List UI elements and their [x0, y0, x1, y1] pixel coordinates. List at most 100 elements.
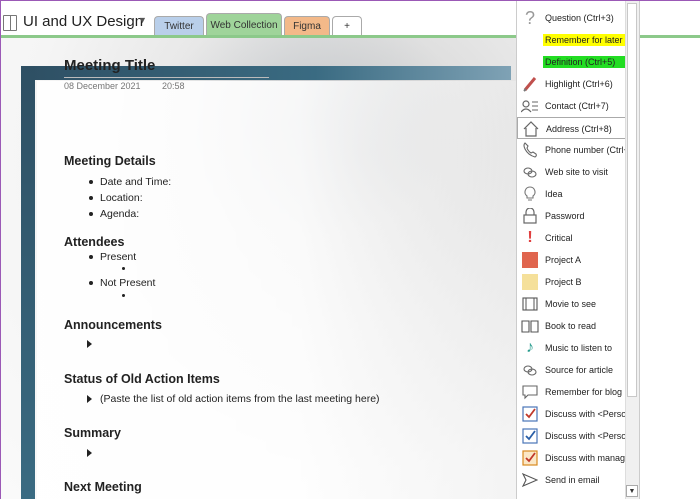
tag-label: Contact (Ctrl+7) [545, 101, 609, 111]
tag-label: Project A [545, 255, 582, 265]
bullet [89, 281, 93, 285]
list-item[interactable]: Agenda: [100, 208, 139, 220]
book-icon [521, 317, 539, 335]
tag-label: Web site to visit [545, 167, 608, 177]
tag-idea[interactable]: Idea [517, 183, 627, 205]
page-time: 20:58 [162, 81, 185, 91]
tag-label: Critical [545, 233, 573, 243]
tag-discuss-person-a[interactable]: Discuss with <Person A> [517, 403, 627, 425]
tag-label: Remember for later [543, 34, 627, 46]
tag-project-a[interactable]: Project A [517, 249, 627, 271]
tag-label: Source for article [545, 365, 614, 375]
tab-twitter[interactable]: Twitter [154, 16, 204, 36]
tag-label: Discuss with <Person B> [545, 431, 627, 441]
collapse-triangle-icon[interactable] [87, 395, 92, 403]
heading-meeting-details[interactable]: Meeting Details [64, 154, 156, 168]
tag-question[interactable]: ? Question (Ctrl+3) [517, 7, 627, 29]
tag-book-to-read[interactable]: Book to read [517, 315, 627, 337]
send-arrow-icon [521, 471, 539, 489]
checkbox-manager-icon [521, 449, 539, 467]
tag-label: Project B [545, 277, 582, 287]
checkbox-person-icon [521, 427, 539, 445]
tag-label: Book to read [545, 321, 597, 331]
project-b-square-icon [521, 273, 539, 291]
tag-label: Remember for blog [545, 387, 623, 397]
heading-status-old-action-items[interactable]: Status of Old Action Items [64, 372, 220, 386]
tag-send-in-email[interactable]: Send in email [517, 469, 627, 491]
tag-critical[interactable]: ! Critical [517, 227, 627, 249]
tag-label: Highlight (Ctrl+6) [545, 79, 613, 89]
bullet [89, 196, 93, 200]
speech-bubble-icon [521, 383, 539, 401]
collapse-triangle-icon[interactable] [87, 449, 92, 457]
tag-project-b[interactable]: Project B [517, 271, 627, 293]
tag-discuss-manager[interactable]: Discuss with manager [517, 447, 627, 469]
list-item[interactable]: (Paste the list of old action items from… [100, 393, 380, 405]
tag-discuss-person-b[interactable]: Discuss with <Person B> [517, 425, 627, 447]
tag-label: Question (Ctrl+3) [545, 13, 614, 23]
bullet [89, 255, 93, 259]
checkbox-person-icon [521, 405, 539, 423]
tag-label: Password [545, 211, 585, 221]
film-strip-icon [521, 295, 539, 313]
notebook-title[interactable]: UI and UX Design [23, 13, 143, 30]
bullet [89, 180, 93, 184]
right-margin [640, 38, 700, 499]
tags-dropdown-menu: ? Question (Ctrl+3) Remember for later D… [516, 1, 640, 499]
tag-label: Discuss with manager [545, 453, 627, 463]
template-frame-left [21, 66, 35, 499]
tag-highlight[interactable]: Highlight (Ctrl+6) [517, 73, 627, 95]
collapse-triangle-icon[interactable] [87, 340, 92, 348]
lightbulb-icon [521, 185, 539, 203]
scrollbar-thumb[interactable] [627, 3, 637, 397]
house-icon [522, 120, 540, 138]
tag-label: Send in email [545, 475, 600, 485]
exclamation-icon: ! [527, 229, 533, 246]
tag-remember-for-blog[interactable]: Remember for blog [517, 381, 627, 403]
tag-source-for-article[interactable]: Source for article [517, 359, 627, 381]
tag-music-to-listen[interactable]: ♪ Music to listen to [517, 337, 627, 359]
tag-address[interactable]: Address (Ctrl+8) [517, 117, 627, 139]
padlock-icon [521, 207, 539, 225]
tab-web-collection[interactable]: Web Collection [206, 13, 282, 37]
heading-next-meeting[interactable]: Next Meeting [64, 480, 142, 494]
chevron-down-icon[interactable]: ▼ [138, 15, 147, 25]
title-underline [64, 77, 269, 78]
question-icon: ? [524, 7, 535, 28]
sub-bullet [122, 267, 125, 270]
music-note-icon: ♪ [526, 339, 534, 356]
tag-web-site[interactable]: Web site to visit [517, 161, 627, 183]
tag-label: Movie to see [545, 299, 597, 309]
tag-contact[interactable]: Contact (Ctrl+7) [517, 95, 627, 117]
scroll-down-arrow-icon[interactable]: ▼ [626, 485, 638, 497]
tag-label: Music to listen to [545, 343, 613, 353]
list-item[interactable]: Date and Time: [100, 176, 171, 188]
page-title[interactable]: Meeting Title [64, 57, 155, 74]
source-link-icon [521, 361, 539, 379]
tag-phone-number[interactable]: Phone number (Ctrl+ [517, 139, 627, 161]
tag-definition[interactable]: Definition (Ctrl+5) [517, 51, 627, 73]
list-item[interactable]: Location: [100, 192, 143, 204]
heading-attendees[interactable]: Attendees [64, 235, 124, 249]
tag-password[interactable]: Password [517, 205, 627, 227]
phone-icon [521, 141, 539, 159]
bullet [89, 212, 93, 216]
project-a-square-icon [521, 251, 539, 269]
list-item[interactable]: Present [100, 251, 136, 263]
web-link-icon [521, 163, 539, 181]
tag-remember-for-later[interactable]: Remember for later [517, 29, 627, 51]
tag-label: Idea [545, 189, 563, 199]
page-date: 08 December 2021 [64, 81, 141, 91]
notebook-icon [3, 15, 17, 31]
contact-card-icon [521, 97, 539, 115]
heading-announcements[interactable]: Announcements [64, 318, 162, 332]
heading-summary[interactable]: Summary [64, 426, 121, 440]
tab-figma[interactable]: Figma [284, 16, 330, 36]
sub-bullet [122, 294, 125, 297]
highlighter-pen-icon [521, 75, 539, 93]
tag-label: Address (Ctrl+8) [546, 124, 612, 134]
tag-movie-to-see[interactable]: Movie to see [517, 293, 627, 315]
add-section-button[interactable]: + [332, 16, 362, 36]
tag-label: Phone number (Ctrl+ [545, 145, 627, 155]
list-item[interactable]: Not Present [100, 277, 155, 289]
